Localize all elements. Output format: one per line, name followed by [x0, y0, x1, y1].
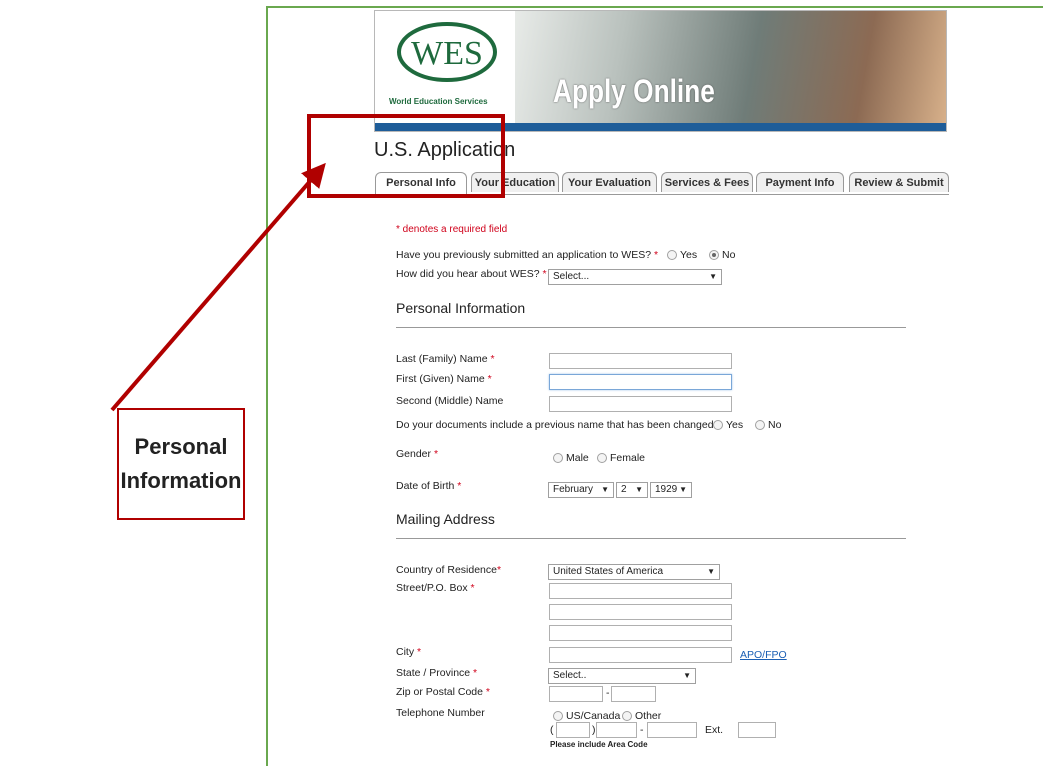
callout-box: Personal Information	[117, 408, 245, 520]
annotation-arrow	[110, 162, 326, 412]
callout-line1: Personal	[134, 434, 228, 459]
callout-line2: Information	[120, 468, 242, 493]
